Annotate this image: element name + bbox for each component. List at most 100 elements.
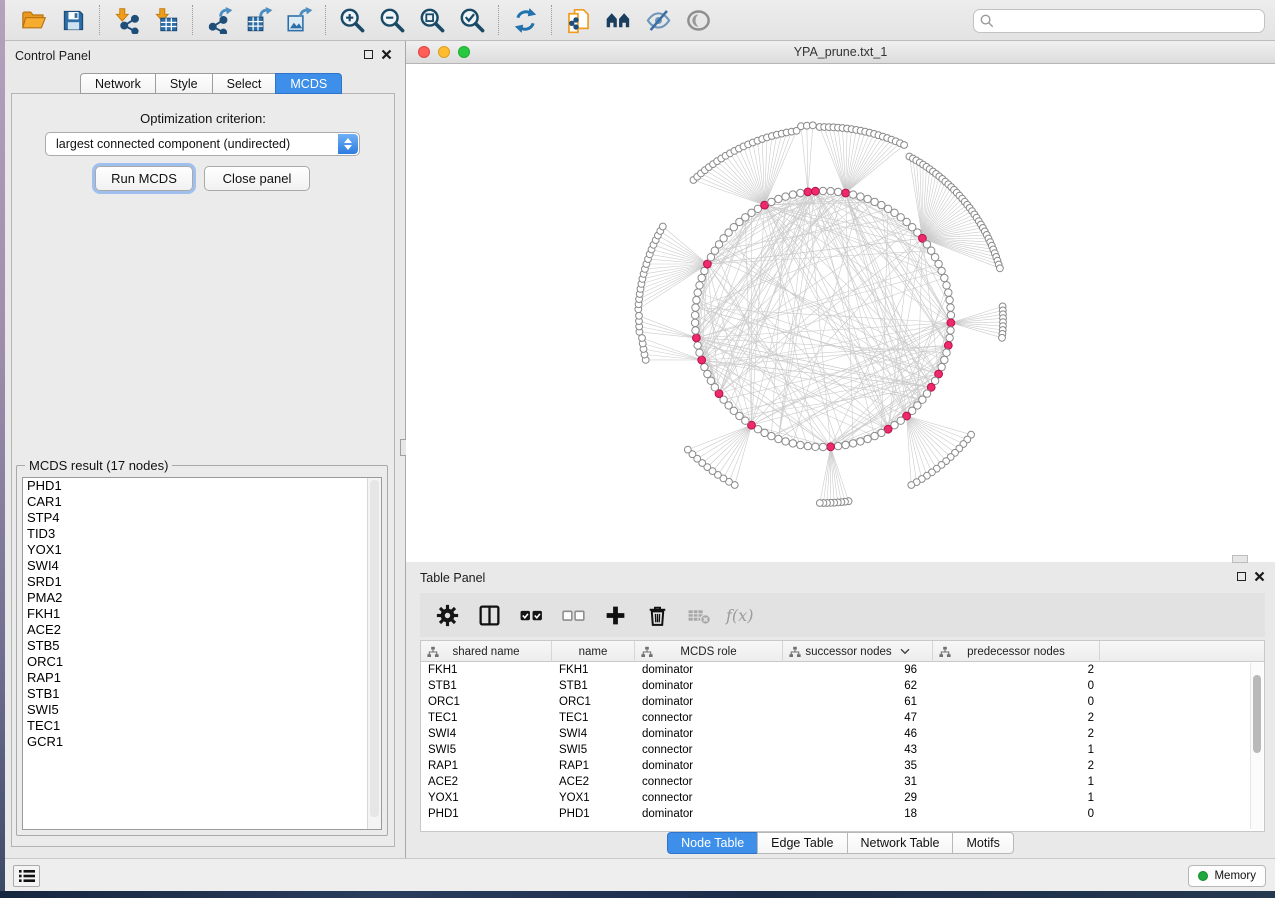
- show-graphics-details-icon[interactable]: [678, 2, 718, 38]
- table-cell[interactable]: dominator: [635, 678, 783, 694]
- divider-handle-horizontal[interactable]: [1232, 555, 1248, 563]
- table-row[interactable]: SWI5SWI5connector431: [421, 742, 1264, 758]
- table-cell[interactable]: dominator: [635, 758, 783, 774]
- table-cell[interactable]: 29: [783, 790, 933, 806]
- table-cell[interactable]: 2: [933, 726, 1100, 742]
- table-row[interactable]: YOX1YOX1connector291: [421, 790, 1264, 806]
- table-cell[interactable]: 0: [933, 694, 1100, 710]
- table-cell[interactable]: FKH1: [552, 662, 635, 678]
- select-all-icon[interactable]: [512, 597, 550, 633]
- tab-mcds[interactable]: MCDS: [275, 73, 342, 94]
- mcds-result-item[interactable]: ORC1: [23, 654, 381, 670]
- table-cell[interactable]: YOX1: [552, 790, 635, 806]
- run-mcds-button[interactable]: Run MCDS: [95, 166, 193, 191]
- table-cell[interactable]: RAP1: [552, 758, 635, 774]
- table-cell[interactable]: dominator: [635, 694, 783, 710]
- table-cell[interactable]: SWI5: [552, 742, 635, 758]
- table-cell[interactable]: 46: [783, 726, 933, 742]
- table-row[interactable]: ORC1ORC1dominator610: [421, 694, 1264, 710]
- column-header-shared-name[interactable]: shared name: [421, 641, 552, 662]
- memory-button[interactable]: Memory: [1188, 865, 1266, 887]
- mcds-result-item[interactable]: YOX1: [23, 542, 381, 558]
- table-cell[interactable]: PHD1: [421, 806, 552, 822]
- table-row[interactable]: STB1STB1dominator620: [421, 678, 1264, 694]
- float-panel-icon[interactable]: [364, 50, 373, 59]
- table-cell[interactable]: SWI4: [552, 726, 635, 742]
- table-cell[interactable]: ORC1: [552, 694, 635, 710]
- table-cell[interactable]: RAP1: [421, 758, 552, 774]
- table-cell[interactable]: 1: [933, 742, 1100, 758]
- network-canvas[interactable]: [406, 64, 1275, 562]
- mcds-result-item[interactable]: FKH1: [23, 606, 381, 622]
- tab-network[interactable]: Network: [80, 73, 155, 94]
- table-cell[interactable]: 2: [933, 710, 1100, 726]
- mcds-result-item[interactable]: CAR1: [23, 494, 381, 510]
- column-pane-icon[interactable]: [470, 597, 508, 633]
- table-cell[interactable]: connector: [635, 742, 783, 758]
- tab-node-table[interactable]: Node Table: [667, 832, 758, 854]
- table-cell[interactable]: 62: [783, 678, 933, 694]
- tab-edge-table[interactable]: Edge Table: [757, 832, 847, 854]
- share-document-icon[interactable]: [558, 2, 598, 38]
- column-header-predecessor-nodes[interactable]: predecessor nodes: [933, 641, 1100, 662]
- table-cell[interactable]: SWI5: [421, 742, 552, 758]
- table-cell[interactable]: STB1: [421, 678, 552, 694]
- table-cell[interactable]: 1: [933, 774, 1100, 790]
- table-row[interactable]: TEC1TEC1connector472: [421, 710, 1264, 726]
- tab-select[interactable]: Select: [212, 73, 276, 94]
- table-cell[interactable]: TEC1: [552, 710, 635, 726]
- mcds-result-item[interactable]: TEC1: [23, 718, 381, 734]
- zoom-out-icon[interactable]: [372, 2, 412, 38]
- table-cell[interactable]: 35: [783, 758, 933, 774]
- mcds-result-item[interactable]: SWI5: [23, 702, 381, 718]
- table-row[interactable]: RAP1RAP1dominator352: [421, 758, 1264, 774]
- table-row[interactable]: ACE2ACE2connector311: [421, 774, 1264, 790]
- import-table-icon[interactable]: [146, 2, 186, 38]
- delete-icon[interactable]: [638, 597, 676, 633]
- table-cell[interactable]: 2: [933, 662, 1100, 678]
- refresh-icon[interactable]: [505, 2, 545, 38]
- deselect-all-icon[interactable]: [554, 597, 592, 633]
- mcds-list-scrollbar[interactable]: [367, 478, 381, 829]
- table-cell[interactable]: YOX1: [421, 790, 552, 806]
- table-cell[interactable]: 2: [933, 758, 1100, 774]
- mcds-result-item[interactable]: SRD1: [23, 574, 381, 590]
- mcds-result-item[interactable]: STB5: [23, 638, 381, 654]
- mcds-result-item[interactable]: ACE2: [23, 622, 381, 638]
- export-image-icon[interactable]: [279, 2, 319, 38]
- table-cell[interactable]: 31: [783, 774, 933, 790]
- add-icon[interactable]: [596, 597, 634, 633]
- task-history-button[interactable]: [13, 865, 40, 887]
- column-header-successor-nodes[interactable]: successor nodes: [783, 641, 933, 662]
- table-cell[interactable]: FKH1: [421, 662, 552, 678]
- mcds-result-item[interactable]: GCR1: [23, 734, 381, 750]
- table-cell[interactable]: ORC1: [421, 694, 552, 710]
- table-cell[interactable]: 1: [933, 790, 1100, 806]
- mcds-result-item[interactable]: SWI4: [23, 558, 381, 574]
- mcds-result-item[interactable]: STB1: [23, 686, 381, 702]
- mcds-result-item[interactable]: RAP1: [23, 670, 381, 686]
- table-cell[interactable]: connector: [635, 774, 783, 790]
- table-cell[interactable]: 0: [933, 678, 1100, 694]
- search-input[interactable]: [973, 9, 1265, 33]
- export-table-icon[interactable]: [239, 2, 279, 38]
- mcds-result-item[interactable]: PMA2: [23, 590, 381, 606]
- column-header-MCDS-role[interactable]: MCDS role: [635, 641, 783, 662]
- table-cell[interactable]: 47: [783, 710, 933, 726]
- table-cell[interactable]: 0: [933, 806, 1100, 822]
- table-row[interactable]: FKH1FKH1dominator962: [421, 662, 1264, 678]
- table-cell[interactable]: PHD1: [552, 806, 635, 822]
- search-network-icon[interactable]: [598, 2, 638, 38]
- close-panel-button[interactable]: Close panel: [204, 166, 310, 191]
- table-cell[interactable]: connector: [635, 790, 783, 806]
- tab-style[interactable]: Style: [155, 73, 212, 94]
- table-cell[interactable]: 43: [783, 742, 933, 758]
- table-cell[interactable]: TEC1: [421, 710, 552, 726]
- zoom-in-icon[interactable]: [332, 2, 372, 38]
- tab-motifs[interactable]: Motifs: [952, 832, 1013, 854]
- table-cell[interactable]: SWI4: [421, 726, 552, 742]
- import-network-icon[interactable]: [106, 2, 146, 38]
- zoom-selected-icon[interactable]: [452, 2, 492, 38]
- hide-graphics-details-icon[interactable]: [638, 2, 678, 38]
- mcds-result-item[interactable]: STP4: [23, 510, 381, 526]
